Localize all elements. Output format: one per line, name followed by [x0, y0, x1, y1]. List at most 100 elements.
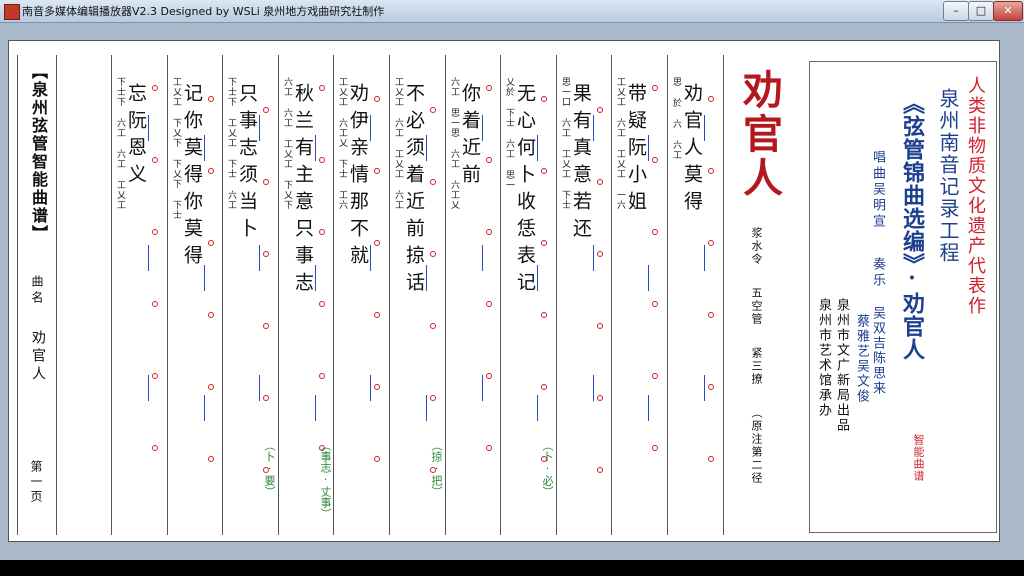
beat-circle-mark	[208, 456, 214, 462]
gongche-notation: 工乂工 六工乂 下士 工六	[337, 77, 347, 210]
gongche-notation: 思一口 六工 工乂工 下士	[560, 77, 570, 210]
annotation-note: （卜·要）	[263, 440, 276, 497]
beat-line-mark	[148, 115, 149, 141]
gongche-notation: 六工 六工 工乂工 下乂下	[282, 77, 292, 210]
beat-line-mark	[370, 115, 371, 141]
lyric-text: 劝伊亲情那不就	[347, 83, 369, 272]
beat-line-mark	[482, 245, 483, 271]
lyric-text: 果有真意若还	[570, 83, 592, 245]
cover-project: 泉州南音记录工程	[936, 88, 960, 264]
gongche-notation: 下士下 工乂工 下士 六工	[226, 77, 236, 210]
beat-circle-mark	[152, 85, 158, 91]
score-column: 只事志须当卜 下士下 工乂工 下士 六工 （卜·要）	[222, 55, 279, 535]
title-column: 劝官人 浆水令 五空管 紧三撩 （原注第二径	[723, 55, 808, 535]
app-window: 南音多媒体编辑播放器V2.3 Designed by WSLi 泉州地方戏曲研究…	[0, 0, 1024, 560]
beat-line-mark	[648, 265, 649, 291]
lyric-text: 秋兰有主意只事志	[292, 83, 314, 299]
beat-line-mark	[537, 265, 538, 291]
beat-line-mark	[148, 375, 149, 401]
beat-circle-mark	[486, 301, 492, 307]
beat-line-mark	[315, 395, 316, 421]
gongche-notation: 工乂工 六工 工乂工 六工	[393, 77, 403, 210]
beat-circle-mark	[486, 229, 492, 235]
beat-circle-mark	[374, 240, 380, 246]
minimize-button[interactable]: –	[943, 1, 969, 21]
beat-line-mark	[426, 135, 427, 161]
beat-circle-mark	[708, 240, 714, 246]
beat-line-mark	[704, 115, 705, 141]
beat-circle-mark	[541, 384, 547, 390]
beat-line-mark	[648, 395, 649, 421]
beat-line-mark	[482, 115, 483, 141]
beat-circle-mark	[708, 384, 714, 390]
beat-circle-mark	[152, 373, 158, 379]
gongche-notation: 乂於 下士 六工 思一	[504, 77, 514, 190]
beat-circle-mark	[430, 107, 436, 113]
score-column: 你着近前 六工 思一思 六工 六工乂	[445, 55, 502, 535]
beat-line-mark	[482, 375, 483, 401]
beat-circle-mark	[319, 157, 325, 163]
cover-players-label: 奏乐	[870, 257, 885, 289]
beat-circle-mark	[430, 395, 436, 401]
lyric-text: 忘阮恩义	[125, 83, 147, 191]
beat-circle-mark	[597, 467, 603, 473]
beat-circle-mark	[152, 301, 158, 307]
beat-circle-mark	[208, 168, 214, 174]
lyric-text: 带疑阮小姐	[625, 83, 647, 218]
beat-circle-mark	[319, 85, 325, 91]
close-button[interactable]: ✕	[993, 1, 1023, 21]
beat-line-mark	[315, 265, 316, 291]
beat-line-mark	[315, 135, 316, 161]
beat-circle-mark	[597, 107, 603, 113]
score-page: 【泉州弦管智能曲谱】 曲名 劝官人 第一页 忘阮恩义 下士下 六工 六工 工乂工记…	[8, 40, 1000, 542]
score-column: 无心何卜收恁表记 乂於 下士 六工 思一 （卜·必）	[500, 55, 557, 535]
beat-circle-mark	[486, 85, 492, 91]
cover-singer: 唱曲吴明宣	[870, 150, 885, 230]
beat-circle-mark	[652, 445, 658, 451]
beat-circle-mark	[319, 373, 325, 379]
beat-circle-mark	[152, 445, 158, 451]
cover-series: 《弦管锦曲选编》·劝官人	[899, 92, 925, 361]
song-name: 劝官人	[30, 330, 46, 384]
beat-circle-mark	[597, 251, 603, 257]
beat-circle-mark	[708, 312, 714, 318]
beat-line-mark	[259, 245, 260, 271]
beat-line-mark	[648, 135, 649, 161]
beat-circle-mark	[374, 384, 380, 390]
cover-producer: 泉州市艺术馆承办	[816, 298, 831, 418]
app-icon	[4, 4, 20, 20]
beat-circle-mark	[263, 107, 269, 113]
beat-line-mark	[370, 375, 371, 401]
beat-line-mark	[204, 135, 205, 161]
qupai-info-2: 五空管	[750, 287, 763, 326]
beat-line-mark	[204, 265, 205, 291]
qupai-info-4: （原注第二径	[750, 407, 763, 485]
beat-circle-mark	[486, 373, 492, 379]
beat-circle-mark	[152, 157, 158, 163]
beat-circle-mark	[708, 168, 714, 174]
score-column: 带疑阮小姐 工乂工 六工 工乂工 一六	[611, 55, 668, 535]
cover-slogan: 人类非物质文化遗产代表作	[965, 76, 986, 316]
title-bar[interactable]: 南音多媒体编辑播放器V2.3 Designed by WSLi 泉州地方戏曲研究…	[0, 0, 1024, 23]
gongche-notation: 六工 思一思 六工 六工乂	[449, 77, 459, 210]
beat-line-mark	[259, 115, 260, 141]
beat-circle-mark	[541, 96, 547, 102]
beat-circle-mark	[597, 395, 603, 401]
maximize-button[interactable]: □	[968, 1, 994, 21]
window-title: 南音多媒体编辑播放器V2.3 Designed by WSLi 泉州地方戏曲研究…	[22, 5, 385, 18]
beat-line-mark	[537, 135, 538, 161]
beat-circle-mark	[263, 251, 269, 257]
beat-line-mark	[704, 375, 705, 401]
beat-circle-mark	[541, 312, 547, 318]
song-title: 劝官人	[736, 69, 783, 201]
beat-circle-mark	[430, 179, 436, 185]
annotation-note: （事志·丈事）	[319, 440, 332, 519]
beat-circle-mark	[319, 301, 325, 307]
qupai-info-1: 浆水令	[750, 227, 763, 266]
beat-circle-mark	[652, 301, 658, 307]
beat-line-mark	[704, 245, 705, 271]
beat-circle-mark	[652, 229, 658, 235]
beat-circle-mark	[708, 96, 714, 102]
cover-publisher: 泉州市文广新局出品	[834, 298, 849, 433]
cover-smart-notation: 智能曲谱	[912, 434, 925, 482]
